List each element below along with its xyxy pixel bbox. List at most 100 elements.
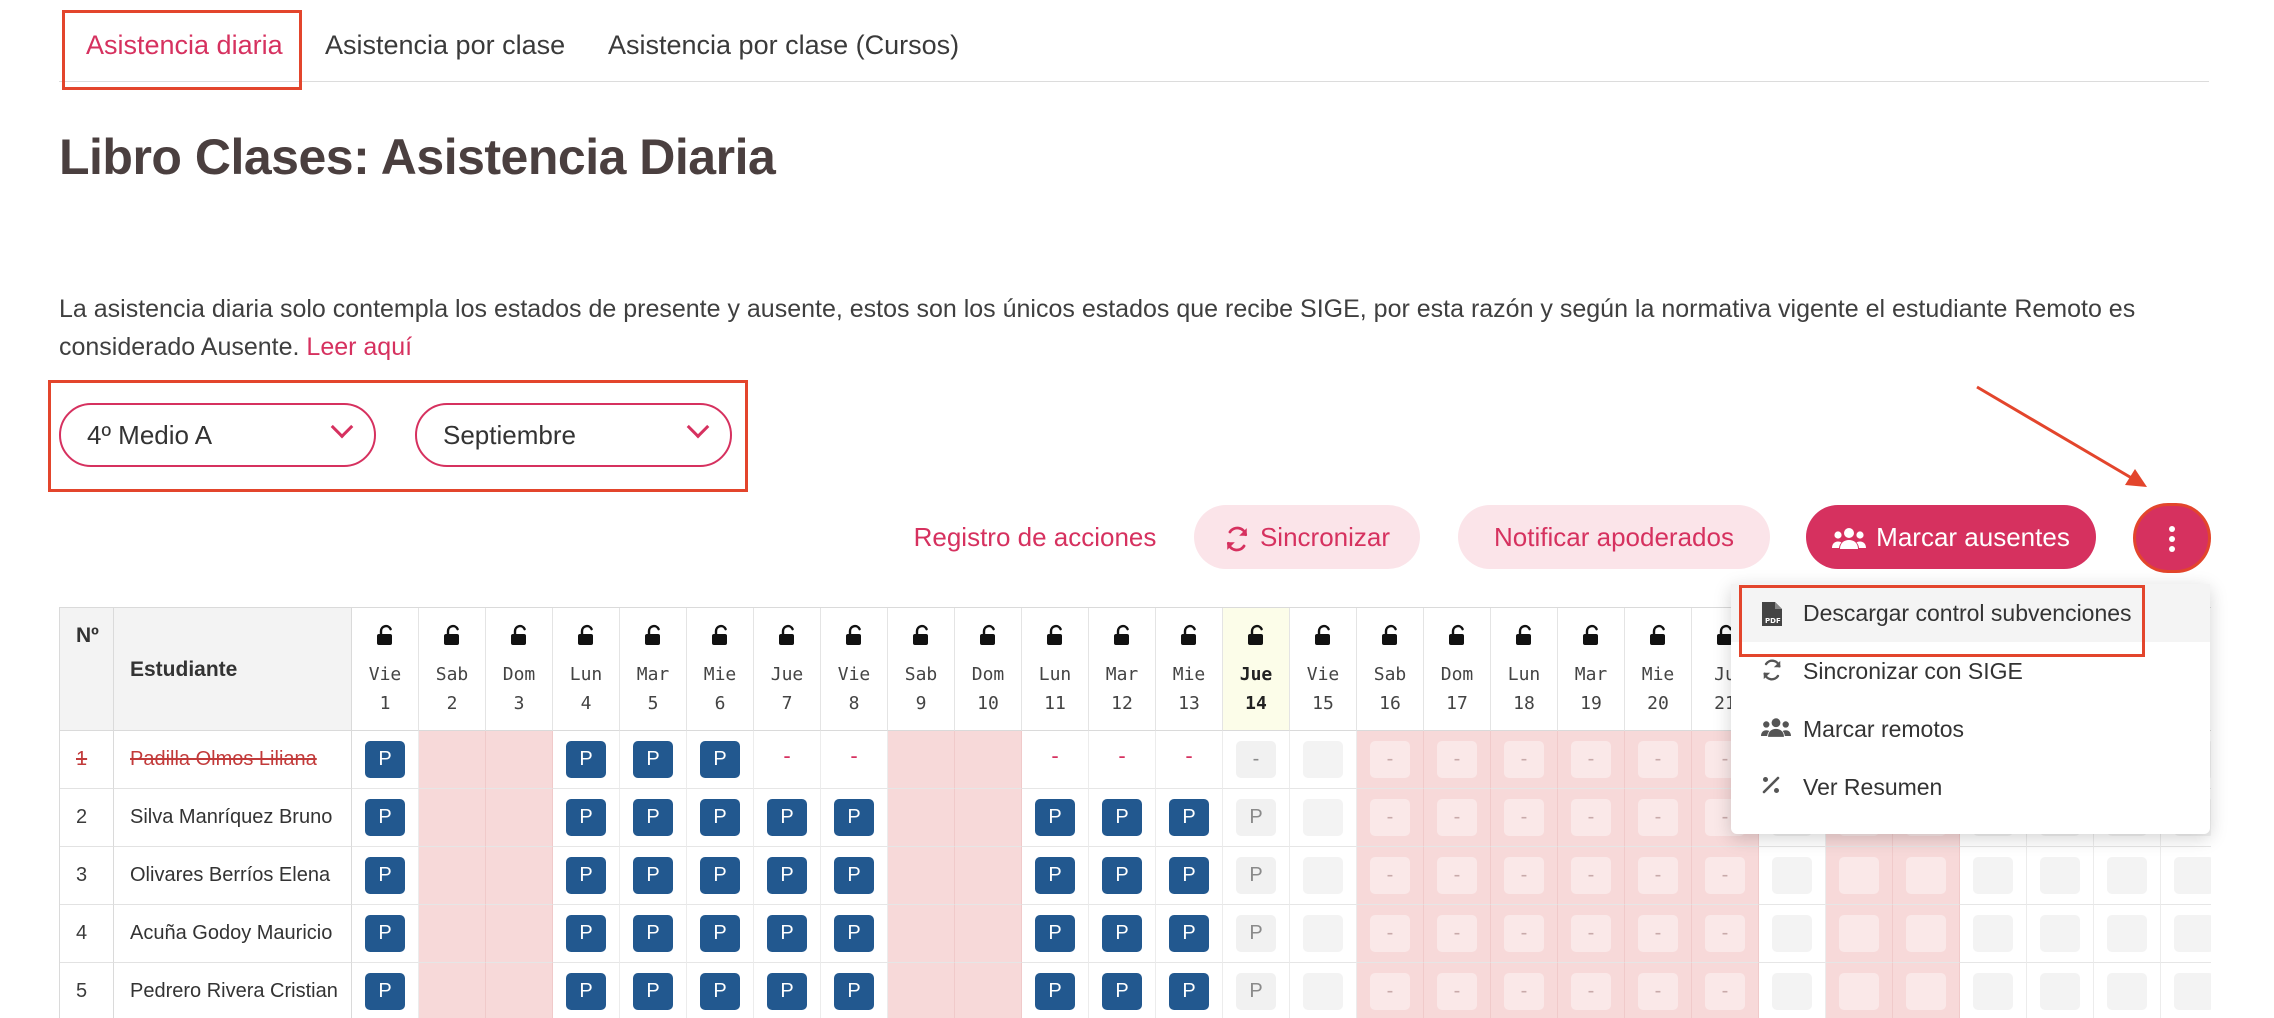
attendance-cell[interactable]: -	[1625, 731, 1692, 789]
pending-badge[interactable]: P	[1236, 799, 1276, 836]
attendance-cell[interactable]	[1893, 905, 1960, 963]
empty-badge[interactable]: -	[1504, 857, 1544, 894]
attendance-cell[interactable]: P	[352, 731, 419, 789]
unlock-icon[interactable]	[1045, 624, 1067, 651]
present-badge[interactable]: P	[767, 857, 807, 894]
notify-guardians-button[interactable]: Notificar apoderados	[1458, 505, 1770, 569]
attendance-cell[interactable]: P	[352, 789, 419, 847]
unlock-icon[interactable]	[1179, 624, 1201, 651]
attendance-cell[interactable]	[955, 963, 1022, 1018]
attendance-cell[interactable]	[2094, 847, 2161, 905]
present-badge[interactable]: P	[365, 799, 405, 836]
attendance-cell[interactable]: P	[553, 963, 620, 1018]
attendance-cell[interactable]: -	[1692, 847, 1759, 905]
unlock-icon[interactable]	[844, 624, 866, 651]
unlock-icon[interactable]	[1648, 624, 1670, 651]
attendance-cell[interactable]	[1960, 963, 2027, 1018]
unlock-icon[interactable]	[1447, 624, 1469, 651]
empty-badge[interactable]	[1303, 799, 1343, 836]
present-badge[interactable]: P	[566, 915, 606, 952]
attendance-cell[interactable]	[1893, 847, 1960, 905]
attendance-cell[interactable]: -	[1424, 789, 1491, 847]
attendance-cell[interactable]: P	[821, 905, 888, 963]
unlock-icon[interactable]	[509, 624, 531, 651]
present-badge[interactable]: P	[1102, 799, 1142, 836]
attendance-cell[interactable]	[2027, 963, 2094, 1018]
attendance-cell[interactable]	[2161, 905, 2211, 963]
empty-badge[interactable]: -	[1571, 799, 1611, 836]
attendance-cell[interactable]: -	[1625, 789, 1692, 847]
empty-badge[interactable]	[2107, 973, 2147, 1010]
month-select[interactable]: Septiembre	[415, 403, 732, 467]
empty-badge[interactable]	[1973, 973, 2013, 1010]
empty-badge[interactable]	[1303, 973, 1343, 1010]
attendance-cell[interactable]	[1826, 847, 1893, 905]
attendance-cell[interactable]: -	[1357, 905, 1424, 963]
empty-badge[interactable]: -	[1437, 741, 1477, 778]
attendance-cell[interactable]	[1759, 905, 1826, 963]
empty-badge[interactable]	[1906, 915, 1946, 952]
attendance-cell[interactable]	[2027, 905, 2094, 963]
empty-badge[interactable]: -	[1370, 741, 1410, 778]
tab-asistencia-por-clase-cursos[interactable]: Asistencia por clase (Cursos)	[608, 30, 959, 61]
attendance-cell[interactable]	[486, 789, 553, 847]
present-badge[interactable]: P	[633, 741, 673, 778]
pending-badge[interactable]: -	[1236, 741, 1276, 778]
attendance-cell[interactable]: P	[1089, 847, 1156, 905]
attendance-cell[interactable]	[486, 731, 553, 789]
attendance-cell[interactable]: P	[1156, 789, 1223, 847]
unlock-icon[interactable]	[710, 624, 732, 651]
attendance-cell[interactable]: P	[553, 731, 620, 789]
attendance-cell[interactable]: P	[620, 847, 687, 905]
present-badge[interactable]: P	[566, 741, 606, 778]
present-badge[interactable]: P	[1102, 973, 1142, 1010]
unlock-icon[interactable]	[1581, 624, 1603, 651]
menu-item-view-summary[interactable]: Ver Resumen	[1731, 758, 2210, 816]
attendance-cell[interactable]	[1893, 963, 1960, 1018]
empty-badge[interactable]	[2107, 915, 2147, 952]
present-badge[interactable]: P	[700, 973, 740, 1010]
attendance-cell[interactable]: P	[1156, 905, 1223, 963]
attendance-cell[interactable]: -	[1357, 731, 1424, 789]
empty-badge[interactable]: -	[1370, 973, 1410, 1010]
attendance-cell[interactable]	[955, 789, 1022, 847]
present-badge[interactable]: P	[834, 799, 874, 836]
attendance-cell[interactable]	[1826, 905, 1893, 963]
attendance-cell[interactable]: -	[754, 731, 821, 789]
attendance-cell[interactable]: -	[1357, 789, 1424, 847]
attendance-cell[interactable]	[1290, 963, 1357, 1018]
attendance-cell[interactable]: P	[553, 905, 620, 963]
attendance-cell[interactable]: -	[1424, 847, 1491, 905]
attendance-cell[interactable]: -	[1424, 963, 1491, 1018]
attendance-cell[interactable]: P	[620, 963, 687, 1018]
empty-badge[interactable]: -	[1437, 857, 1477, 894]
attendance-cell[interactable]: -	[1692, 963, 1759, 1018]
attendance-cell[interactable]	[1290, 731, 1357, 789]
attendance-cell[interactable]	[2027, 847, 2094, 905]
attendance-cell[interactable]	[2094, 963, 2161, 1018]
attendance-cell[interactable]: -	[1625, 905, 1692, 963]
unlock-icon[interactable]	[1380, 624, 1402, 651]
empty-badge[interactable]	[1839, 857, 1879, 894]
attendance-cell[interactable]	[2094, 905, 2161, 963]
attendance-cell[interactable]: P	[1022, 847, 1089, 905]
attendance-cell[interactable]: -	[1558, 731, 1625, 789]
empty-badge[interactable]: -	[1504, 741, 1544, 778]
attendance-cell[interactable]: P	[1022, 789, 1089, 847]
present-badge[interactable]: P	[834, 857, 874, 894]
attendance-cell[interactable]: P	[620, 789, 687, 847]
attendance-cell[interactable]: -	[1357, 847, 1424, 905]
attendance-cell[interactable]: P	[553, 847, 620, 905]
attendance-cell[interactable]: P	[687, 905, 754, 963]
attendance-cell[interactable]	[1290, 847, 1357, 905]
attendance-cell[interactable]: -	[821, 731, 888, 789]
attendance-cell[interactable]	[888, 905, 955, 963]
empty-badge[interactable]	[2040, 973, 2080, 1010]
empty-badge[interactable]: -	[1571, 915, 1611, 952]
attendance-cell[interactable]: -	[1156, 731, 1223, 789]
attendance-cell[interactable]: -	[1491, 789, 1558, 847]
attendance-cell[interactable]: -	[1089, 731, 1156, 789]
unlock-icon[interactable]	[1246, 624, 1268, 651]
empty-badge[interactable]: -	[1504, 915, 1544, 952]
attendance-cell[interactable]: -	[1491, 963, 1558, 1018]
